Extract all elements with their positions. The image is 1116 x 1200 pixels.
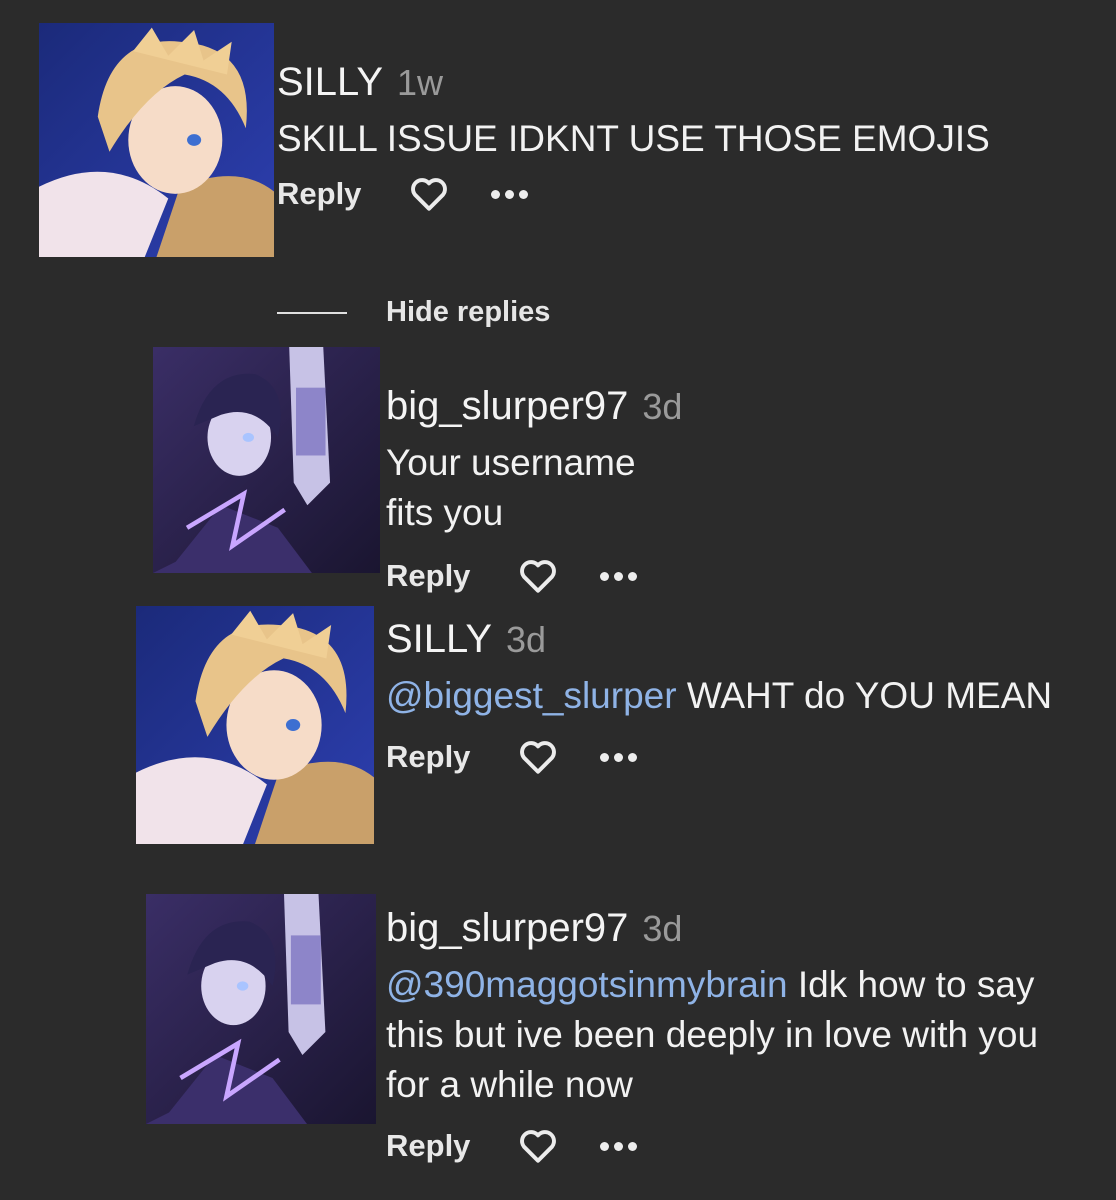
- comment-body: WAHT do YOU MEAN: [676, 675, 1053, 716]
- avatar[interactable]: [39, 23, 274, 257]
- heart-icon[interactable]: [518, 739, 558, 775]
- timestamp: 3d: [642, 386, 683, 427]
- comment-body: Your username fits you: [386, 442, 636, 533]
- comment-body: SKILL ISSUE IDKNT USE THOSE EMOJIS: [277, 118, 990, 159]
- reply-button[interactable]: Reply: [277, 176, 361, 212]
- more-options-icon[interactable]: [600, 571, 638, 581]
- mention-link[interactable]: @390maggotsinmybrain: [386, 964, 788, 1005]
- timestamp: 3d: [642, 908, 683, 949]
- mention-link[interactable]: @biggest_slurper: [386, 675, 677, 716]
- avatar[interactable]: [136, 606, 374, 844]
- heart-icon[interactable]: [518, 558, 558, 594]
- reply-button[interactable]: Reply: [386, 739, 470, 775]
- heart-icon[interactable]: [518, 1128, 558, 1164]
- hide-replies-button[interactable]: Hide replies: [386, 296, 550, 329]
- comment-text: @390maggotsinmybrain Idk how to say this…: [386, 960, 1091, 1110]
- reply-button[interactable]: Reply: [386, 558, 470, 594]
- avatar[interactable]: [146, 894, 376, 1124]
- more-options-icon[interactable]: [600, 1141, 638, 1151]
- comment-text: Your username fits you: [386, 438, 682, 538]
- username[interactable]: SILLY: [277, 60, 383, 104]
- username[interactable]: big_slurper97: [386, 906, 628, 950]
- hide-replies-line: [277, 312, 347, 314]
- more-options-icon[interactable]: [491, 189, 529, 199]
- more-options-icon[interactable]: [600, 752, 638, 762]
- reply-button[interactable]: Reply: [386, 1128, 470, 1164]
- username[interactable]: big_slurper97: [386, 384, 628, 428]
- comment-text: SKILL ISSUE IDKNT USE THOSE EMOJIS: [277, 114, 990, 164]
- heart-icon[interactable]: [409, 176, 449, 212]
- comment-text: @biggest_slurper WAHT do YOU MEAN: [386, 671, 1056, 721]
- timestamp: 3d: [506, 619, 547, 660]
- timestamp: 1w: [397, 62, 444, 103]
- avatar[interactable]: [153, 347, 380, 573]
- username[interactable]: SILLY: [386, 617, 492, 661]
